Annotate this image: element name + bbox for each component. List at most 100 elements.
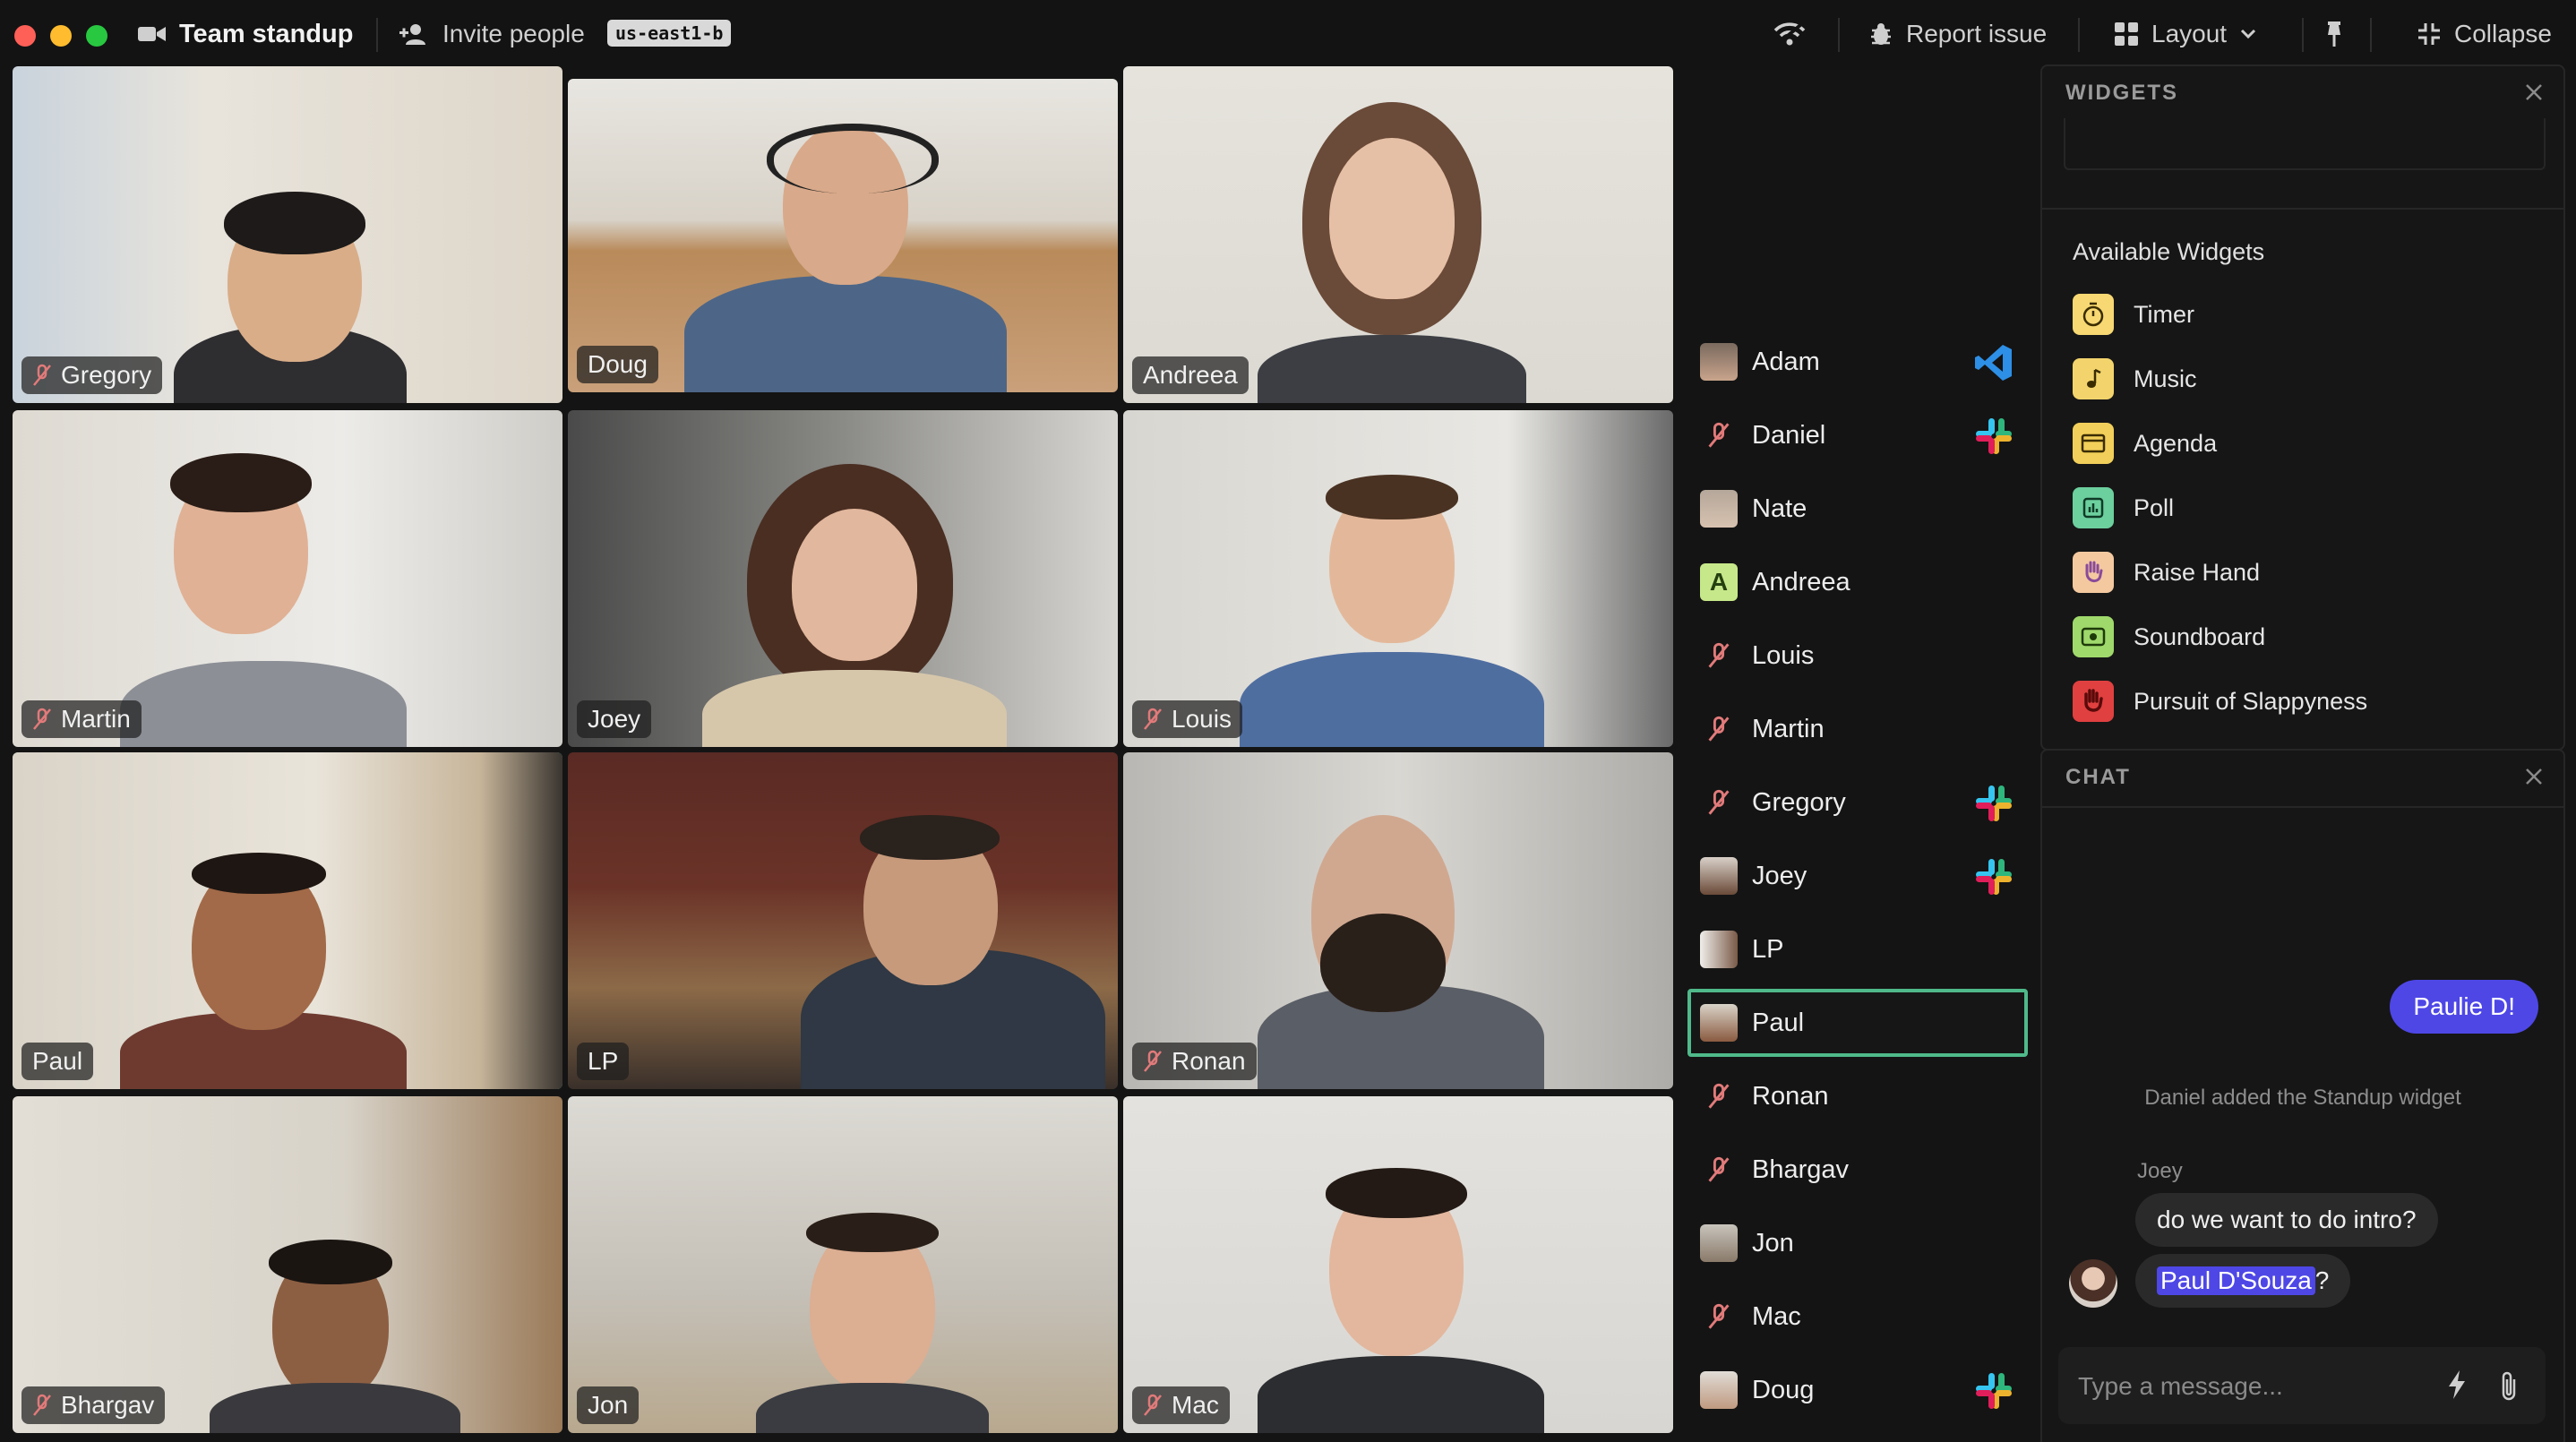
name-tag: Gregory [21, 356, 163, 394]
name-tag: Doug [577, 346, 658, 383]
participant-row-nate[interactable]: Nate [1687, 475, 2028, 543]
participant-name: Joey [588, 705, 641, 733]
participant-row-ronan[interactable]: Ronan [1687, 1062, 2028, 1130]
mic-muted-icon [1143, 708, 1163, 731]
layout-label: Layout [2151, 20, 2228, 47]
participant-row-mac[interactable]: Mac [1687, 1283, 2028, 1351]
close-icon[interactable] [2524, 767, 2544, 786]
video-tile-martin[interactable]: Martin [13, 410, 562, 747]
participant-row-louis[interactable]: Louis [1687, 622, 2028, 690]
divider [2302, 18, 2304, 52]
video-tile-ronan[interactable]: Ronan [1123, 752, 1673, 1089]
participant-row-gregory[interactable]: Gregory [1687, 768, 2028, 837]
minimize-window-button[interactable] [50, 25, 72, 47]
widget-pursuit-of-slappyness[interactable]: Pursuit of Slappyness [2073, 681, 2367, 722]
widget-label: Timer [2134, 300, 2194, 328]
widget-raise-hand[interactable]: Raise Hand [2073, 552, 2260, 593]
message-input[interactable] [2058, 1347, 2438, 1426]
video-tile-joey[interactable]: Joey [568, 410, 1118, 747]
video-tile-paul[interactable]: Paul [13, 752, 562, 1089]
participant-row-paul[interactable]: Paul [1687, 989, 2028, 1057]
name-tag: Mac [1132, 1386, 1230, 1424]
participant-row-andreea[interactable]: A Andreea [1687, 548, 2028, 616]
name-tag: Martin [21, 700, 142, 738]
avatar [1700, 343, 1738, 381]
avatar [1700, 1004, 1738, 1042]
participant-name: Gregory [1752, 787, 1846, 817]
collapse-button[interactable]: Collapse [2417, 16, 2552, 52]
participant-name: Jon [588, 1391, 629, 1419]
title-bar: Team standup Invite people us-east1-b Re… [0, 0, 2576, 70]
avatar-initial: A [1700, 563, 1738, 601]
widget-music[interactable]: Music [2073, 358, 2197, 399]
lightning-icon[interactable] [2445, 1369, 2469, 1401]
participant-row-bhargav[interactable]: Bhargav [1687, 1136, 2028, 1204]
mic-muted-icon [32, 364, 52, 387]
video-tile-andreea[interactable]: Andreea [1123, 66, 1673, 403]
name-tag: Louis [1132, 700, 1242, 738]
paperclip-icon[interactable] [2497, 1369, 2520, 1403]
close-window-button[interactable] [14, 25, 36, 47]
video-tile-mac[interactable]: Mac [1123, 1096, 1673, 1433]
widgets-panel: WIDGETS Available Widgets Timer Music Ag… [2040, 64, 2565, 751]
participant-row-lp[interactable]: LP [1687, 915, 2028, 983]
video-tile-jon[interactable]: Jon [568, 1096, 1118, 1433]
divider [2042, 208, 2563, 210]
participant-name: LP [1752, 934, 1784, 964]
video-camera-icon [138, 27, 166, 41]
zoom-window-button[interactable] [86, 25, 107, 47]
meeting-title: Team standup [138, 16, 353, 52]
add-person-icon [399, 24, 425, 45]
name-tag: Ronan [1132, 1043, 1257, 1080]
report-issue-button[interactable]: Report issue [1868, 16, 2047, 52]
meeting-title-text: Team standup [179, 19, 354, 48]
widget-timer[interactable]: Timer [2073, 294, 2194, 335]
user-mention[interactable]: Paul D'Souza [2157, 1266, 2315, 1295]
participant-row-joey[interactable]: Joey [1687, 842, 2028, 910]
invite-people-label: Invite people [442, 20, 585, 47]
participant-name: LP [588, 1047, 619, 1075]
invite-people-button[interactable]: Invite people [399, 16, 585, 52]
widget-soundboard[interactable]: Soundboard [2073, 616, 2265, 657]
participant-name: Joey [1752, 861, 1807, 890]
name-tag: Andreea [1132, 356, 1249, 394]
name-tag: LP [577, 1043, 630, 1080]
participant-name: Daniel [1752, 420, 1826, 450]
poll-icon [2073, 487, 2114, 528]
participant-row-jon[interactable]: Jon [1687, 1209, 2028, 1277]
widget-poll[interactable]: Poll [2073, 487, 2174, 528]
participant-row-doug[interactable]: Doug [1687, 1356, 2028, 1424]
video-tile-bhargav[interactable]: Bhargav [13, 1096, 562, 1433]
participant-row-martin[interactable]: Martin [1687, 695, 2028, 763]
video-tile-doug[interactable]: Doug [568, 79, 1118, 392]
mic-muted-icon [1700, 784, 1738, 821]
slack-icon [1976, 859, 2012, 895]
slap-hand-icon [2073, 681, 2114, 722]
participant-row-adam[interactable]: Adam [1687, 328, 2028, 396]
participant-name: Mac [1752, 1301, 1801, 1331]
video-tile-gregory[interactable]: Gregory [13, 66, 562, 403]
close-icon[interactable] [2524, 82, 2544, 102]
widget-label: Pursuit of Slappyness [2134, 687, 2368, 715]
participant-row-daniel[interactable]: Daniel [1687, 401, 2028, 469]
avatar [2069, 1259, 2117, 1308]
participant-name: Bhargav [1752, 1154, 1850, 1184]
mic-muted-icon [1700, 637, 1738, 674]
slack-icon [1976, 418, 2012, 454]
widget-agenda[interactable]: Agenda [2073, 423, 2217, 464]
pin-button[interactable] [2323, 16, 2345, 52]
timer-icon [2073, 294, 2114, 335]
layout-dropdown[interactable]: Layout [2114, 16, 2257, 52]
name-tag: Paul [21, 1043, 94, 1080]
connection-status[interactable] [1773, 16, 1806, 52]
message-sender: Joey [2137, 1159, 2183, 1183]
participant-name: Louis [1752, 640, 1815, 670]
video-tile-lp[interactable]: LP [568, 752, 1118, 1089]
video-tile-louis[interactable]: Louis [1123, 410, 1673, 747]
report-issue-label: Report issue [1906, 20, 2048, 47]
mic-muted-icon [1143, 1394, 1163, 1417]
participant-name: Martin [61, 705, 131, 733]
widget-label: Soundboard [2134, 622, 2266, 650]
mic-muted-icon [32, 708, 52, 731]
widget-label: Raise Hand [2134, 558, 2261, 586]
